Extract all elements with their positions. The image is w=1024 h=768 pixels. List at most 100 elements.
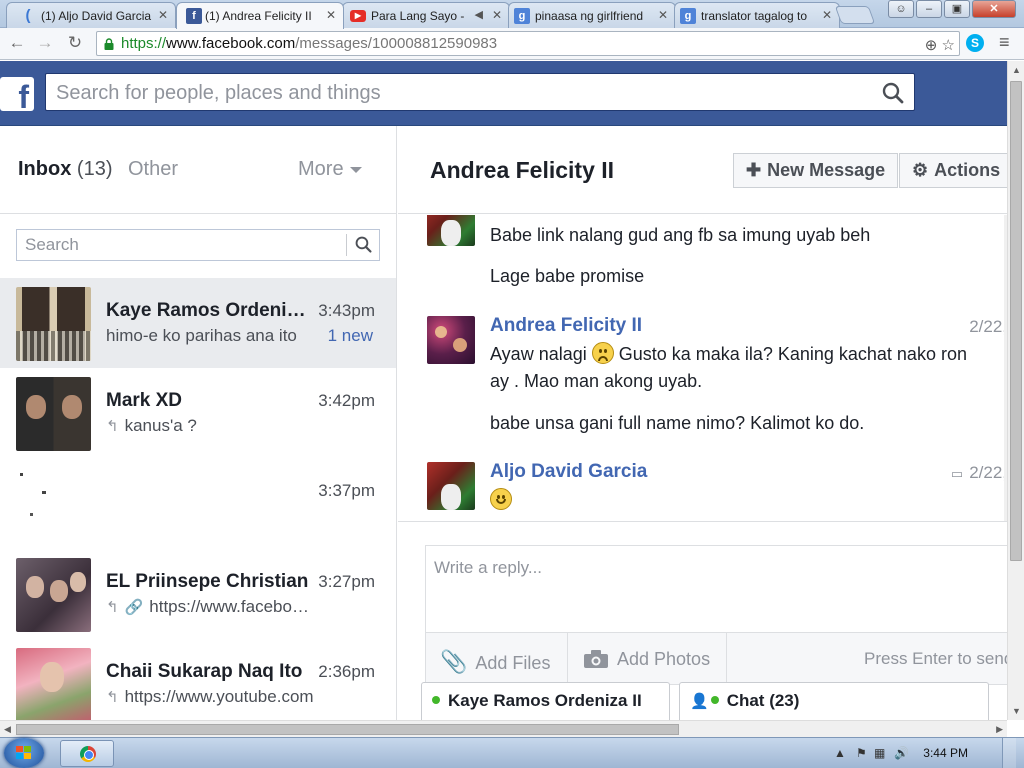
conversation-item[interactable]: EL Priinsepe Christian 3:27pm ↰ 🔗 https://…	[0, 549, 396, 639]
tab-more[interactable]: More	[298, 158, 362, 181]
close-tab-icon[interactable]: ✕	[492, 8, 502, 22]
windows-logo-icon	[16, 746, 31, 759]
taskbar-chrome-button[interactable]	[60, 740, 114, 767]
clock[interactable]: 3:44 PM	[923, 746, 968, 760]
press-enter-checkbox[interactable]: Press Enter to send	[864, 649, 1007, 669]
facebook-header: f Search for people, places and things	[0, 61, 1007, 126]
paperclip-icon: 📎	[440, 649, 468, 674]
reload-icon[interactable]: ↻	[64, 32, 86, 54]
scroll-up-icon[interactable]: ▲	[1012, 65, 1021, 75]
conversation-item[interactable]: Mark XD 3:42pm ↰ kanus'a ?	[0, 368, 396, 458]
add-photos-button[interactable]: Add Photos	[583, 649, 710, 670]
message-text: Babe link nalang gud ang fb sa imung uya…	[490, 225, 871, 245]
message-author[interactable]: Aljo David Garcia	[490, 461, 647, 483]
conversation-snippet: ↰ https://www.youtube.com	[106, 687, 318, 707]
close-tab-icon[interactable]: ✕	[158, 8, 168, 22]
tab-inbox[interactable]: Inbox (13)	[18, 158, 112, 181]
gear-icon: ⚙	[912, 160, 929, 180]
avatar	[16, 467, 91, 541]
inbox-search-input[interactable]: Search	[16, 229, 380, 261]
inbox-search-placeholder: Search	[25, 235, 79, 254]
open-chat-name: Kaye Ramos Ordeniza II	[448, 691, 642, 710]
avatar	[16, 377, 91, 451]
avatar	[427, 462, 475, 510]
inbox-header: Inbox (13) Other More	[0, 126, 396, 214]
message-date: ▭ 2/22,	[951, 463, 1007, 483]
facebook-icon: f	[186, 8, 202, 24]
close-tab-icon[interactable]: ✕	[326, 8, 336, 22]
online-status-icon	[710, 696, 719, 704]
scroll-left-icon[interactable]: ◀	[4, 724, 11, 735]
add-photos-label: Add Photos	[617, 649, 711, 669]
page-vertical-scrollbar[interactable]: ▲ ▼	[1007, 61, 1024, 720]
close-window-button[interactable]: ✕	[972, 0, 1016, 18]
scrollbar-thumb[interactable]	[16, 724, 679, 735]
camera-icon	[584, 650, 608, 668]
tab-other[interactable]: Other	[128, 158, 178, 181]
skype-extension-icon[interactable]: S	[966, 34, 984, 52]
add-files-label: Add Files	[475, 653, 551, 673]
conversation-time: 2:36pm	[318, 662, 375, 681]
snippet-text: https://www.facebook.com	[149, 597, 318, 616]
scrollbar-thumb[interactable]	[1010, 81, 1022, 561]
thread-header: Andrea Felicity II ✚ New Message ⚙ Actions	[398, 126, 1007, 214]
show-hidden-icons-icon[interactable]: ▲	[834, 746, 846, 760]
chat-sidebar-toggle[interactable]: 👤 Chat (23)	[679, 682, 989, 720]
forward-icon[interactable]: →	[34, 32, 56, 54]
browser-tab[interactable]: ( (1) Aljo David Garcia ✕	[6, 2, 176, 28]
action-center-flag-icon[interactable]: ⚑	[856, 746, 867, 760]
volume-icon[interactable]: 🔊	[894, 746, 909, 760]
url-host: www.facebook.com	[166, 35, 296, 52]
bookmark-star-icon[interactable]: ☆	[942, 37, 955, 54]
browser-menu-icon[interactable]: ≡	[999, 32, 1010, 53]
network-icon[interactable]: ▦	[874, 746, 885, 760]
chat-label: Chat (23)	[726, 691, 800, 710]
toolbar-divider	[567, 633, 568, 685]
browser-tab[interactable]: g translator tagalog to ✕	[674, 2, 840, 28]
url-path: /messages/100008812590983	[295, 35, 498, 52]
scroll-right-icon[interactable]: ▶	[996, 724, 1003, 735]
conversation-snippet: himo-e ko parihas ana ito	[106, 326, 297, 345]
open-chat-tab[interactable]: Kaye Ramos Ordeniza II	[421, 682, 670, 720]
avatar	[427, 316, 475, 364]
tab-title: translator tagalog to	[701, 9, 808, 23]
zoom-icon[interactable]: ⊕	[925, 37, 938, 54]
conversation-item[interactable]: Kaye Ramos Ordeniza II 3:43pm himo-e ko …	[0, 278, 396, 368]
page-horizontal-scrollbar[interactable]: ◀ ▶	[0, 720, 1007, 737]
facebook-search-input[interactable]: Search for people, places and things	[45, 73, 915, 111]
conversation-snippet: ↰ 🔗 https://www.facebook.com	[106, 597, 318, 617]
show-desktop-button[interactable]	[1002, 738, 1016, 768]
browser-tab-active[interactable]: f (1) Andrea Felicity II ✕	[176, 2, 344, 29]
scroll-down-icon[interactable]: ▼	[1012, 706, 1021, 716]
search-icon[interactable]	[882, 82, 904, 104]
close-tab-icon[interactable]: ✕	[822, 8, 832, 22]
address-bar[interactable]: https://www.facebook.com/messages/100008…	[96, 31, 960, 56]
actions-button[interactable]: ⚙ Actions	[899, 153, 1007, 188]
conversation-name: Mark XD	[106, 390, 183, 411]
new-tab-button[interactable]	[834, 6, 876, 24]
back-icon[interactable]: ←	[6, 32, 28, 54]
conversation-time: 3:27pm	[318, 572, 375, 591]
search-icon[interactable]	[355, 236, 372, 253]
conversation-item[interactable]: Chaii Sukarap Naq Ito 2:36pm ↰ https://ww…	[0, 639, 396, 722]
minimize-button[interactable]: –	[916, 0, 942, 18]
facebook-logo[interactable]: f	[0, 77, 34, 111]
browser-tab[interactable]: g pinaasa ng girlfriend ✕	[508, 2, 676, 28]
new-message-button[interactable]: ✚ New Message	[733, 153, 899, 188]
avatar	[16, 558, 91, 632]
message-author[interactable]: Andrea Felicity II	[490, 315, 642, 337]
reply-input[interactable]: Write a reply...	[434, 558, 542, 578]
start-button[interactable]	[4, 738, 44, 768]
message-text: Lage babe promise	[490, 266, 645, 286]
url-scheme: https://	[121, 35, 167, 52]
add-files-button[interactable]: 📎 Add Files	[440, 649, 550, 675]
browser-tab-strip: ( (1) Aljo David Garcia ✕ f (1) Andrea F…	[0, 0, 1024, 29]
profile-button[interactable]: ☺	[888, 0, 914, 18]
conversation-item[interactable]: 3:37pm	[0, 458, 396, 548]
tab-title: Para Lang Sayo -	[371, 9, 465, 23]
message-date: 2/22,	[969, 317, 1007, 336]
maximize-button[interactable]: ▣	[944, 0, 970, 18]
close-tab-icon[interactable]: ✕	[658, 8, 668, 22]
tab-title: (1) Andrea Felicity II	[205, 9, 312, 23]
browser-tab[interactable]: ▶ Para Lang Sayo - ◀ ✕	[342, 2, 510, 28]
